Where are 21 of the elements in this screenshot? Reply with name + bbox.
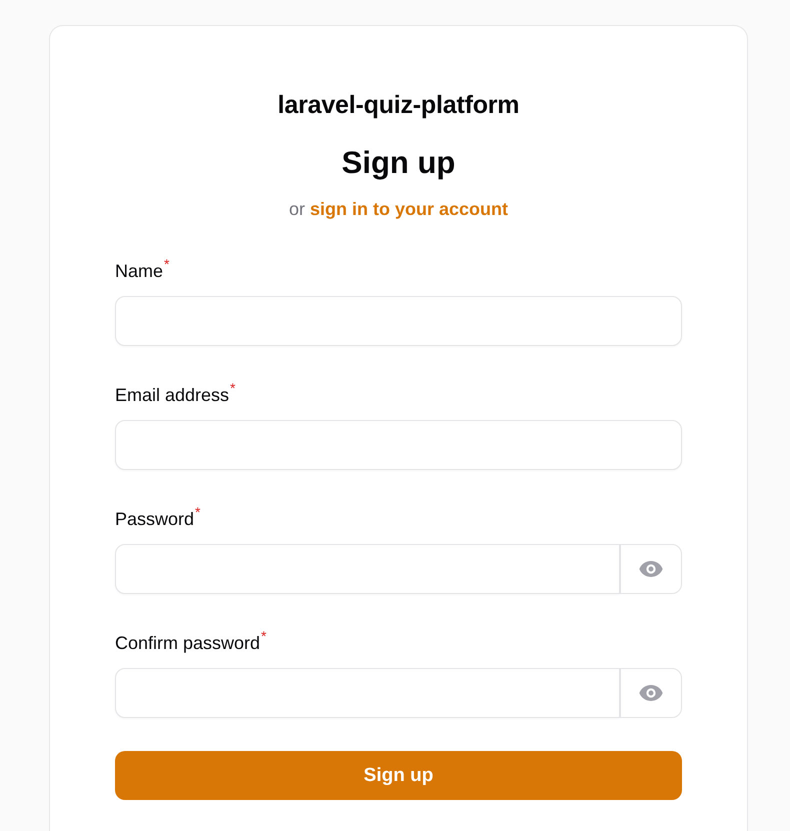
email-field[interactable] [115, 420, 682, 470]
name-field[interactable] [115, 296, 682, 346]
sign-up-button[interactable]: Sign up [115, 751, 682, 800]
required-mark: * [195, 505, 200, 519]
page-heading: Sign up [342, 145, 456, 181]
password-field[interactable] [115, 544, 620, 594]
sign-in-link[interactable]: sign in to your account [310, 197, 508, 221]
field-label: Confirm password [115, 632, 260, 655]
subtitle-text: or [288, 198, 305, 221]
required-mark: * [164, 257, 170, 271]
eye-icon [639, 561, 663, 577]
field-label: Name [115, 260, 164, 283]
show-password-button[interactable] [620, 544, 682, 594]
field-label: Password [115, 508, 194, 531]
required-mark: * [261, 629, 266, 643]
app-title: laravel-quiz-platform [278, 90, 520, 121]
required-mark: * [230, 381, 236, 395]
show-password-button[interactable] [620, 668, 682, 718]
field-label: Email address [115, 384, 230, 407]
password-field[interactable] [115, 668, 620, 718]
eye-icon [639, 685, 663, 701]
